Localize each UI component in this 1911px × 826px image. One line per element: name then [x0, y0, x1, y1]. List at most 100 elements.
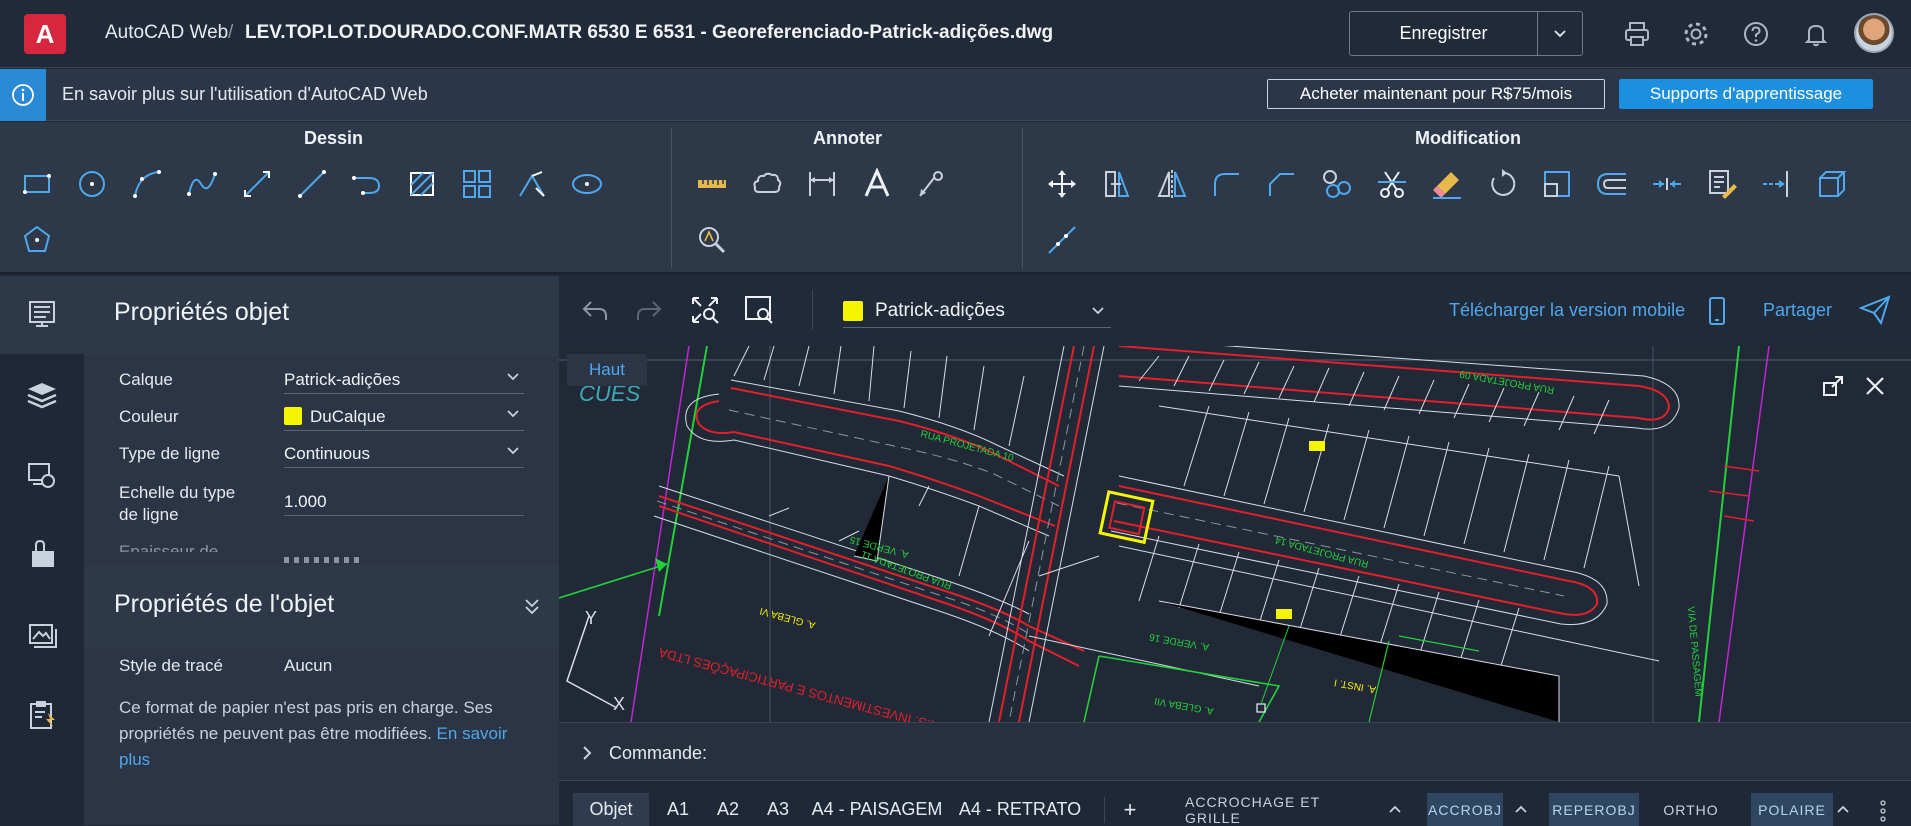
offset-icon	[1596, 173, 1626, 195]
dimension-tool[interactable]	[802, 164, 842, 204]
trim-tool[interactable]	[1372, 164, 1412, 204]
download-mobile-link[interactable]: Télécharger la version mobile	[1449, 300, 1685, 321]
app-name[interactable]: AutoCAD Web	[105, 22, 228, 44]
rail-blocks[interactable]	[0, 436, 84, 514]
command-line[interactable]: Commande:	[559, 722, 1911, 780]
color-select[interactable]: DuCalque	[284, 407, 524, 431]
zoom-measure-tool[interactable]	[692, 220, 732, 260]
help-button[interactable]	[1740, 18, 1772, 50]
rectangle-tool[interactable]	[17, 164, 57, 204]
learning-resources-button[interactable]: Supports d'apprentissage	[1619, 79, 1873, 109]
copy-tool[interactable]	[1097, 164, 1137, 204]
tab-a2[interactable]: A2	[707, 793, 749, 826]
tab-a4-paisagem[interactable]: A4 - PAISAGEM	[807, 793, 947, 826]
xline-tool[interactable]	[237, 164, 277, 204]
save-dropdown-button[interactable]	[1538, 12, 1582, 55]
tab-a3[interactable]: A3	[757, 793, 799, 826]
polar-toggle[interactable]: POLAIRE	[1751, 793, 1833, 826]
object-properties-header[interactable]: Propriétés de l'objet	[84, 566, 559, 648]
lineweight-label-cut: Epaisseur de	[119, 542, 219, 552]
redo-button[interactable]	[635, 298, 663, 324]
polyline-icon	[352, 176, 381, 195]
share-link[interactable]: Partager	[1763, 300, 1832, 321]
chevron-down-icon	[507, 447, 519, 455]
edit-icon	[1709, 170, 1737, 199]
mobile-phone-icon-wrap[interactable]	[1707, 296, 1727, 326]
maximize-viewport-button[interactable]	[1821, 374, 1845, 398]
more-options-icon[interactable]	[1879, 799, 1887, 823]
nearest-tool[interactable]	[512, 164, 552, 204]
properties-edit-tool[interactable]	[1702, 164, 1742, 204]
tab-model[interactable]: Objet	[573, 793, 649, 826]
scale-tool[interactable]	[1537, 164, 1577, 204]
ortho-toggle[interactable]: ORTHO	[1653, 793, 1729, 826]
stretch-tool[interactable]	[1647, 164, 1687, 204]
circle-tool[interactable]	[72, 164, 112, 204]
ellipse-tool[interactable]	[567, 164, 607, 204]
drawing-canvas[interactable]: CUES RUA PROJETADA 10 RUA PROJETADA 11 R…	[559, 346, 1911, 722]
notifications-button[interactable]	[1800, 18, 1832, 50]
join-tool[interactable]	[1317, 164, 1357, 204]
line-tool[interactable]	[292, 164, 332, 204]
command-prompt: Commande:	[609, 743, 708, 763]
chevron-up-icon[interactable]	[1389, 805, 1401, 813]
leader-tool[interactable]	[912, 164, 952, 204]
array-tool[interactable]	[457, 164, 497, 204]
rail-properties[interactable]	[0, 276, 84, 354]
offset-tool[interactable]	[1592, 164, 1632, 204]
print-button[interactable]	[1621, 18, 1653, 50]
tab-a1[interactable]: A1	[657, 793, 699, 826]
mirror-icon	[1157, 170, 1187, 198]
info-text[interactable]: En savoir plus sur l'utilisation d'AutoC…	[62, 84, 428, 105]
buy-now-button[interactable]: Acheter maintenant pour R$75/mois	[1267, 79, 1605, 109]
current-layer-select[interactable]: Patrick-adições	[843, 296, 1111, 328]
chevron-up-icon[interactable]	[1837, 805, 1849, 813]
measure-tool[interactable]	[692, 164, 732, 204]
autocad-logo[interactable]: A	[24, 14, 66, 54]
zoom-window-button[interactable]	[743, 294, 775, 326]
user-avatar[interactable]	[1854, 13, 1894, 53]
erase-tool[interactable]	[1427, 164, 1467, 204]
rotate-tool[interactable]	[1482, 164, 1522, 204]
undo-button[interactable]	[581, 298, 609, 324]
3d-tool[interactable]	[1812, 164, 1852, 204]
snap-grid-toggle[interactable]: ACCROCHAGE ET GRILLE	[1185, 793, 1371, 826]
rail-images[interactable]	[0, 596, 84, 674]
rail-xrefs[interactable]	[0, 516, 84, 594]
move-tool[interactable]	[1042, 164, 1082, 204]
zoom-extents-button[interactable]	[689, 294, 721, 326]
revision-cloud-tool[interactable]	[747, 164, 787, 204]
linetype-scale-input[interactable]: 1.000	[284, 492, 524, 516]
linetype-select[interactable]: Continuous	[284, 444, 524, 468]
view-cube-top-label[interactable]: Haut	[567, 354, 647, 386]
spline-tool[interactable]	[182, 164, 222, 204]
polyline-tool[interactable]	[347, 164, 387, 204]
tab-a4-retrato[interactable]: A4 - RETRATO	[955, 793, 1085, 826]
osnap-toggle[interactable]: ACCROBJ	[1427, 793, 1503, 826]
panel-splitter[interactable]	[284, 557, 364, 563]
hatch-tool[interactable]	[402, 164, 442, 204]
chevron-up-icon[interactable]	[1515, 805, 1527, 813]
polygon-tool[interactable]	[17, 220, 57, 260]
rail-layers[interactable]	[0, 356, 84, 434]
close-viewport-button[interactable]	[1863, 374, 1887, 398]
gear-icon	[1684, 22, 1708, 46]
arc-tool[interactable]	[127, 164, 167, 204]
text-tool[interactable]	[857, 164, 897, 204]
settings-button[interactable]	[1680, 18, 1712, 50]
drawing-svg: CUES	[559, 346, 1911, 722]
otrack-toggle[interactable]: REPEROBJ	[1549, 793, 1639, 826]
chevron-down-icon	[1554, 29, 1566, 37]
share-icon-wrap[interactable]	[1859, 294, 1891, 326]
rail-markup[interactable]	[0, 676, 84, 754]
add-layout-button[interactable]: +	[1115, 793, 1145, 826]
break-tool[interactable]	[1042, 220, 1082, 260]
mirror-tool[interactable]	[1152, 164, 1192, 204]
save-button[interactable]: Enregistrer	[1350, 12, 1538, 55]
fillet-tool[interactable]	[1207, 164, 1247, 204]
layer-select[interactable]: Patrick-adições	[284, 370, 524, 394]
ribbon: Dessin Annoter Modification	[0, 122, 1911, 274]
scale-icon	[1544, 171, 1570, 197]
chamfer-tool[interactable]	[1262, 164, 1302, 204]
extend-tool[interactable]	[1757, 164, 1797, 204]
